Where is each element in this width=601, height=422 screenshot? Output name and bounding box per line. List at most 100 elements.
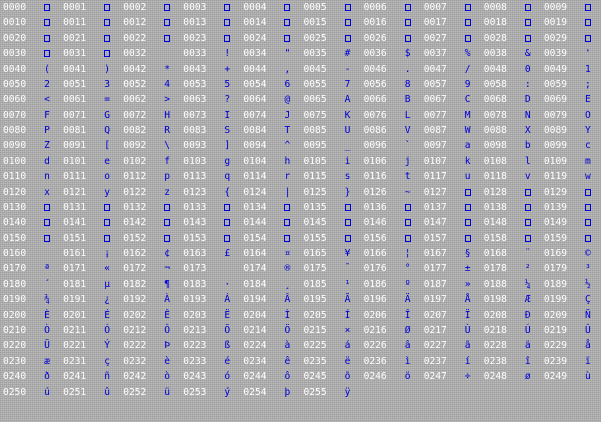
char-code: 0168 [483, 248, 507, 260]
char-cell-0003: 0003 [180, 1, 240, 15]
char-cell-0199: 0199 Ç [541, 293, 601, 307]
char-cell-0161: 0161 ¡ [60, 247, 120, 261]
char-code: 0104 [243, 155, 267, 167]
char-glyph: ã [464, 340, 471, 352]
char-cell-0203: 0203 Ë [180, 309, 240, 323]
char-glyph: ò [164, 371, 171, 383]
char-cell-0027: 0027 [421, 32, 481, 46]
char-code: 0100 [3, 155, 27, 167]
char-glyph: Ç [585, 294, 591, 306]
char-code: 0214 [243, 324, 267, 336]
char-cell-0089: 0089 Y [541, 124, 601, 138]
char-cell-0201: 0201 É [60, 309, 120, 323]
char-code: 0202 [123, 309, 147, 321]
char-glyph: c [585, 140, 591, 152]
char-glyph: K [344, 109, 351, 121]
char-cell-0123: 0123 { [180, 186, 240, 200]
missing-glyph-box-icon [343, 216, 353, 230]
missing-glyph-box-icon [102, 32, 112, 46]
char-cell-0151: 0151 [60, 232, 120, 246]
char-code: 0024 [243, 32, 267, 44]
char-glyph: ï [585, 355, 591, 367]
char-code: 0205 [303, 309, 327, 321]
char-glyph: Õ [224, 324, 231, 336]
char-cell-0102: 0102 f [120, 155, 180, 169]
char-cell-0168: 0168 ¨ [481, 247, 541, 261]
char-glyph: 1 [585, 63, 591, 75]
char-cell-0146: 0146 [361, 216, 421, 230]
char-code: 0179 [543, 263, 567, 275]
char-cell-0078: 0078 N [481, 109, 541, 123]
char-cell-0156: 0156 [361, 232, 421, 246]
char-code: 0038 [483, 48, 507, 60]
missing-glyph-box-icon [222, 16, 232, 30]
char-cell-0053: 0053 5 [180, 78, 240, 92]
char-cell-0033: 0033! [180, 47, 240, 61]
char-code: 0240 [3, 371, 27, 383]
char-cell-0135: 0135 [301, 201, 361, 215]
char-glyph: 8 [404, 78, 411, 90]
char-cell-0141: 0141 [60, 216, 120, 230]
char-glyph: Q [104, 125, 110, 137]
char-code: 0111 [63, 171, 87, 183]
char-code: 0188 [483, 278, 507, 290]
char-cell-0085: 0085 U [301, 124, 361, 138]
char-code: 0000 [3, 2, 27, 13]
char-code: 0008 [483, 2, 507, 13]
char-code: 0064 [243, 94, 267, 106]
char-code: 0163 [183, 248, 207, 260]
char-code: 0189 [543, 278, 567, 290]
char-code: 0165 [303, 248, 327, 260]
char-code: 0242 [123, 371, 147, 383]
char-cell-0093: 0093] [180, 139, 240, 153]
char-glyph: Ð [524, 309, 531, 321]
char-cell-0010: 0010 [0, 16, 60, 30]
char-cell-0091: 0091 [ [60, 139, 120, 153]
char-cell-0191: 0191 ¿ [60, 293, 120, 307]
char-code: 0114 [243, 171, 267, 183]
char-code: 0039 [543, 48, 567, 60]
char-cell-0136: 0136 [361, 201, 421, 215]
char-glyph [42, 247, 52, 261]
char-glyph: Å [464, 294, 471, 306]
char-cell-0193: 0193 Á [180, 293, 240, 307]
char-cell-0047: 0047 / [421, 63, 481, 77]
char-cell-0251: 0251 û [60, 386, 120, 400]
char-cell-0038: 0038 & [481, 47, 541, 61]
missing-glyph-box-icon [523, 186, 533, 200]
char-cell-0012: 0012 [120, 16, 180, 30]
missing-glyph-box-icon [343, 1, 353, 15]
char-code: 0137 [423, 201, 447, 213]
char-code: 0238 [483, 355, 507, 367]
char-cell-0204: 0204 Ì [240, 309, 300, 323]
char-glyph: À [164, 294, 171, 306]
char-cell-0237: 0237 í [421, 355, 481, 369]
char-glyph: ] [224, 140, 231, 152]
char-cell-0194: 0194 Â [240, 293, 300, 307]
char-code: 0112 [123, 171, 147, 183]
char-cell-0154: 0154 [240, 232, 300, 246]
char-cell-0182: 0182 ¶ [120, 278, 180, 292]
char-glyph: Ü [44, 340, 50, 352]
char-cell-0153: 0153 [180, 232, 240, 246]
char-cell-0096: 0096 ` [361, 139, 421, 153]
char-code: 0083 [183, 125, 207, 137]
char-glyph: É [104, 309, 110, 321]
char-code: 0199 [543, 294, 567, 306]
char-code: 0249 [543, 371, 567, 383]
char-code: 0164 [243, 248, 267, 260]
char-cell-0121: 0121 y [60, 186, 120, 200]
char-cell-0221: 0221 Ý [60, 339, 120, 353]
char-code: 0220 [3, 340, 27, 352]
char-cell-0252: 0252 ü [120, 386, 180, 400]
char-code: 0129 [543, 186, 567, 198]
char-code: 0185 [303, 278, 327, 290]
char-glyph: Â [284, 294, 291, 306]
char-glyph: O [585, 109, 591, 121]
char-cell-0024: 0024 [240, 32, 300, 46]
char-code: 0034 [243, 48, 267, 60]
char-glyph: è [164, 355, 171, 367]
char-code: 0032 [123, 48, 147, 60]
char-code: 0133 [183, 201, 207, 213]
missing-glyph-box-icon [222, 1, 232, 15]
